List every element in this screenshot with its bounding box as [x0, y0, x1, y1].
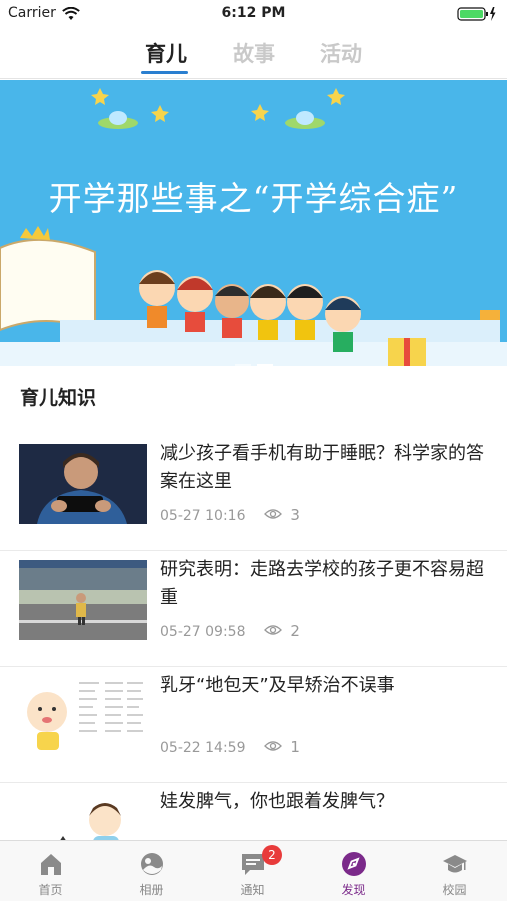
article-title[interactable]: 娃发脾气，你也跟着发脾气？ — [160, 788, 490, 816]
article-views: 2 — [290, 622, 300, 640]
article-views: 1 — [290, 738, 300, 756]
banner-title: 开学那些事之“开学综合症” — [48, 179, 459, 218]
article-meta: 05-27 09:58 2 — [160, 622, 300, 640]
tabbar-item-notifications[interactable]: 通知 — [202, 841, 303, 901]
article-thumbnail — [19, 676, 147, 756]
tabbar-item-discover[interactable]: 发现 — [303, 841, 404, 901]
article-thumbnail — [19, 444, 147, 524]
tab-activities[interactable]: 活动 — [320, 38, 362, 68]
article-item[interactable]: 减少孩子看手机有助于睡眠？科学家的答案在这里 05-27 10:16 3 — [0, 434, 507, 551]
banner-carousel[interactable]: 开学那些事之“开学综合症” — [0, 80, 507, 366]
tab-parenting[interactable]: 育儿 — [145, 38, 187, 68]
tabbar-label: 校园 — [442, 883, 467, 897]
banner-illustration — [0, 88, 507, 366]
battery-icon — [457, 6, 497, 26]
eye-icon — [264, 740, 282, 756]
tabbar-label: 相册 — [139, 883, 164, 897]
home-icon — [38, 851, 64, 877]
section-title: 育儿知识 — [20, 387, 97, 409]
status-bar: Carrier 6:12 PM — [0, 0, 507, 28]
article-item[interactable]: 研究表明：走路去学校的孩子更不容易超重 05-27 09:58 2 — [0, 550, 507, 667]
tabbar-item-album[interactable]: 相册 — [101, 841, 202, 901]
category-tabs: 育儿 故事 活动 — [0, 28, 507, 79]
tabbar-item-campus[interactable]: 校园 — [404, 841, 505, 901]
article-date: 05-27 09:58 — [160, 624, 246, 640]
article-date: 05-22 14:59 — [160, 740, 246, 756]
article-meta: 05-27 10:16 3 — [160, 506, 300, 524]
tabbar-item-home[interactable]: 首页 — [0, 841, 101, 901]
article-thumbnail — [19, 560, 147, 640]
bottom-tab-bar: 首页 相册 通知 发现 校园 — [0, 840, 507, 901]
discover-icon — [341, 851, 367, 877]
clock: 6:12 PM — [221, 5, 286, 21]
active-tab-indicator — [141, 71, 188, 74]
tab-stories[interactable]: 故事 — [233, 38, 275, 68]
carousel-dot — [234, 364, 251, 366]
article-title[interactable]: 研究表明：走路去学校的孩子更不容易超重 — [160, 556, 490, 612]
notification-badge: 2 — [262, 845, 282, 865]
tabbar-label: 通知 — [240, 883, 265, 897]
article-title[interactable]: 乳牙“地包天”及早矫治不误事 — [160, 672, 490, 700]
tabbar-label: 发现 — [341, 883, 366, 897]
article-item[interactable]: 乳牙“地包天”及早矫治不误事 05-22 14:59 1 — [0, 666, 507, 783]
album-icon — [139, 851, 165, 877]
campus-icon — [442, 851, 468, 877]
eye-icon — [264, 508, 282, 524]
tabbar-label: 首页 — [38, 883, 63, 897]
carousel-indicator — [0, 352, 507, 366]
eye-icon — [264, 624, 282, 640]
article-meta: 05-22 14:59 1 — [160, 738, 300, 756]
article-title[interactable]: 减少孩子看手机有助于睡眠？科学家的答案在这里 — [160, 440, 490, 496]
article-thumbnail — [19, 792, 147, 840]
carousel-dot-active — [256, 364, 273, 366]
article-views: 3 — [290, 506, 300, 524]
article-item[interactable]: 娃发脾气，你也跟着发脾气？ — [0, 782, 507, 840]
article-date: 05-27 10:16 — [160, 508, 246, 524]
